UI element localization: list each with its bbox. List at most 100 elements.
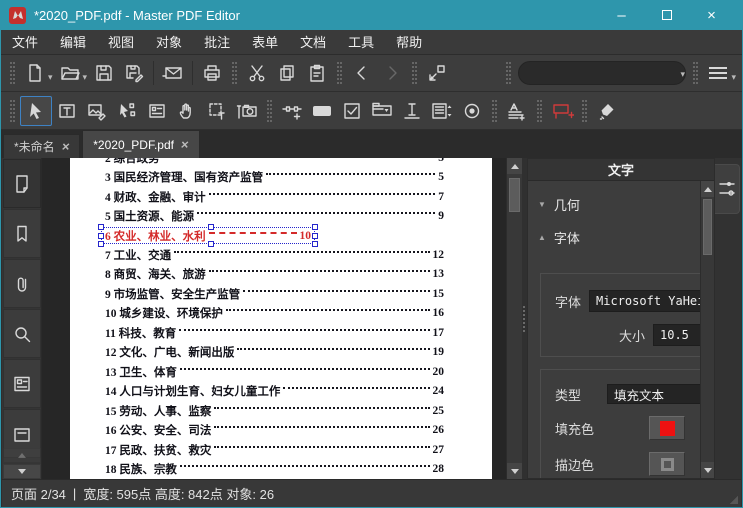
toolbar-drag-handle[interactable] xyxy=(232,62,238,84)
section-geometry[interactable]: ▼ 几何 xyxy=(528,195,714,214)
toc-row[interactable]: 15 劳动、人事、监察 25 xyxy=(105,401,444,421)
tab-close-icon[interactable]: × xyxy=(61,139,71,154)
fill-color-swatch[interactable] xyxy=(649,416,685,440)
toc-row[interactable]: 13 卫生、体育 20 xyxy=(105,362,444,382)
push-button-tool-button[interactable] xyxy=(307,97,337,125)
toc-row[interactable]: 2 综合政务3 xyxy=(105,158,444,168)
highlighter-tool-button[interactable] xyxy=(592,97,622,125)
edit-image-tool-button[interactable] xyxy=(82,97,112,125)
menu-document[interactable]: 文档 xyxy=(289,30,337,55)
toc-row[interactable]: 17 民政、扶贫、救灾 27 xyxy=(105,440,444,460)
attachments-panel-button[interactable] xyxy=(3,259,41,308)
checkbox-tool-button[interactable] xyxy=(337,97,367,125)
new-document-button[interactable] xyxy=(20,59,50,87)
scroll-up-button[interactable] xyxy=(701,181,714,197)
scroll-down-button[interactable] xyxy=(701,462,714,478)
selection-handle[interactable] xyxy=(312,241,318,247)
forward-button[interactable] xyxy=(377,59,407,87)
copy-button[interactable] xyxy=(272,59,302,87)
more-tools-dropdown[interactable]: ▾ xyxy=(731,72,736,83)
toc-row[interactable]: 4 财政、金融、审计 7 xyxy=(105,187,444,207)
toolbar-drag-handle[interactable] xyxy=(10,62,15,84)
menu-annotate[interactable]: 批注 xyxy=(193,30,241,55)
document-scrollbar[interactable] xyxy=(506,158,522,479)
toc-row[interactable]: 11 科技、教育 17 xyxy=(105,323,444,343)
maximize-button[interactable] xyxy=(644,0,689,30)
toc-row[interactable]: 3 国民经济管理、国有资产监管 5 xyxy=(105,168,444,188)
listbox-tool-button[interactable] xyxy=(427,97,457,125)
toolbar-drag-handle[interactable] xyxy=(537,99,542,122)
new-document-dropdown[interactable]: ▾ xyxy=(48,72,53,83)
more-tools-menu-button[interactable] xyxy=(703,59,733,87)
font-name-input[interactable]: Microsoft YaHei xyxy=(589,290,714,312)
selection-handle[interactable] xyxy=(208,241,214,247)
toc-row[interactable]: 7 工业、交通 12 xyxy=(105,245,444,265)
selection-handle[interactable] xyxy=(98,224,104,230)
toc-row[interactable]: 10 城乡建设、环境保护 16 xyxy=(105,304,444,324)
selection-handle[interactable] xyxy=(312,224,318,230)
pdf-page[interactable]: 2 综合政务3 3 国民经济管理、国有资产监管5 4 财政、金融、审计7 5 国… xyxy=(70,158,492,479)
tab-close-icon[interactable]: × xyxy=(180,137,190,152)
print-button[interactable] xyxy=(197,59,227,87)
toolbar-drag-handle[interactable] xyxy=(492,99,497,122)
selection-handle[interactable] xyxy=(208,224,214,230)
edit-form-tool-button[interactable] xyxy=(142,97,172,125)
edit-text-tool-button[interactable] xyxy=(52,97,82,125)
menu-form[interactable]: 表单 xyxy=(241,30,289,55)
menu-edit[interactable]: 编辑 xyxy=(49,30,97,55)
toc-row[interactable]: 8 商贸、海关、旅游 13 xyxy=(105,265,444,285)
cut-button[interactable] xyxy=(242,59,272,87)
back-button[interactable] xyxy=(347,59,377,87)
close-button[interactable]: × xyxy=(689,0,734,30)
toc-row[interactable]: 5 国土资源、能源 9 xyxy=(105,207,444,227)
toolbar-drag-handle[interactable] xyxy=(337,62,343,84)
toolbar-drag-handle[interactable] xyxy=(582,99,587,122)
radio-button-tool-button[interactable] xyxy=(457,97,487,125)
thumbnails-panel-button[interactable] xyxy=(3,159,41,208)
toolbar-drag-handle[interactable] xyxy=(10,99,15,122)
scroll-up-button[interactable] xyxy=(507,158,522,174)
save-as-button[interactable] xyxy=(119,59,149,87)
add-text-annotation-button[interactable] xyxy=(502,97,532,125)
menu-object[interactable]: 对象 xyxy=(145,30,193,55)
select-text-tool-button[interactable] xyxy=(202,97,232,125)
bookmarks-panel-button[interactable] xyxy=(3,209,41,258)
form-fields-panel-button[interactable] xyxy=(3,359,41,408)
select-tool-button[interactable] xyxy=(20,95,52,126)
sidebar-scroll-up-button[interactable] xyxy=(3,448,41,463)
paint-type-select[interactable]: 填充文本 xyxy=(607,384,711,404)
toc-row[interactable]: 9 市场监管、安全生产监管 15 xyxy=(105,284,444,304)
open-file-button[interactable] xyxy=(55,59,85,87)
toolbar-drag-handle[interactable] xyxy=(693,62,699,84)
panel-scrollbar[interactable] xyxy=(700,181,714,478)
text-field-tool-button[interactable] xyxy=(397,97,427,125)
font-size-input[interactable]: 10.5 xyxy=(653,324,705,346)
stroke-color-swatch[interactable] xyxy=(649,452,685,476)
sidebar-scroll-down-button[interactable] xyxy=(3,464,41,479)
zoom-to-selection-button[interactable] xyxy=(422,59,452,87)
selected-text-object[interactable]: 6 农业、林业、水利 10 xyxy=(98,224,318,247)
save-button[interactable] xyxy=(89,59,119,87)
search-panel-button[interactable] xyxy=(3,309,41,358)
search-box[interactable]: ▾ xyxy=(518,61,687,85)
menu-file[interactable]: 文件 xyxy=(1,30,49,55)
add-link-tool-button[interactable] xyxy=(277,97,307,125)
menu-tools[interactable]: 工具 xyxy=(337,30,385,55)
search-dropdown[interactable]: ▾ xyxy=(680,69,685,80)
paste-button[interactable] xyxy=(302,59,332,87)
menu-view[interactable]: 视图 xyxy=(97,30,145,55)
toc-row[interactable]: 18 民族、宗教 28 xyxy=(105,460,444,480)
scroll-down-button[interactable] xyxy=(507,463,522,479)
scrollbar-thumb[interactable] xyxy=(703,199,712,255)
toolbar-drag-handle[interactable] xyxy=(412,62,418,84)
toc-row[interactable]: 12 文化、广电、新闻出版 19 xyxy=(105,343,444,363)
selection-handle[interactable] xyxy=(98,241,104,247)
selection-handle[interactable] xyxy=(98,233,104,239)
toc-row[interactable]: 16 公安、安全、司法 26 xyxy=(105,421,444,441)
open-file-dropdown[interactable]: ▾ xyxy=(83,72,88,83)
add-callout-annotation-button[interactable] xyxy=(547,97,577,125)
toolbar-drag-handle[interactable] xyxy=(267,99,272,122)
tab-untitled[interactable]: *未命名 × xyxy=(3,134,81,158)
menu-help[interactable]: 帮助 xyxy=(385,30,433,55)
snapshot-tool-button[interactable] xyxy=(232,97,262,125)
